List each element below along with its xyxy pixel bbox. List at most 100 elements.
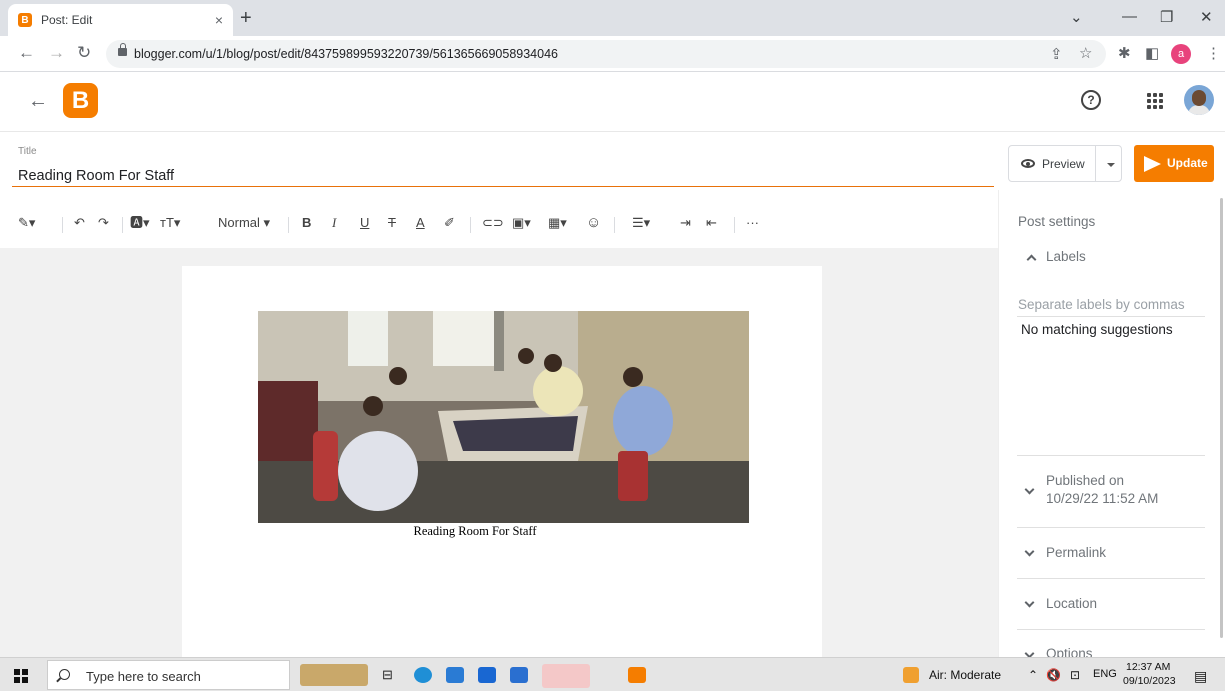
insert-image-icon[interactable]: ▣▾: [512, 215, 531, 231]
help-icon[interactable]: ?: [1081, 90, 1101, 110]
weather-icon: [903, 667, 919, 683]
back-arrow-icon[interactable]: ←: [18, 44, 35, 62]
network-icon[interactable]: ⊡: [1070, 668, 1080, 682]
published-on-value: 10/29/22 11:52 AM: [1046, 491, 1159, 506]
preview-button[interactable]: Preview: [1008, 145, 1122, 182]
search-icon: [59, 669, 70, 680]
account-avatar[interactable]: [1184, 85, 1214, 115]
back-arrow-icon[interactable]: ←: [28, 90, 48, 113]
language-indicator[interactable]: ENG: [1093, 668, 1117, 680]
tab-close-icon[interactable]: ×: [215, 12, 223, 28]
profile-avatar[interactable]: a: [1171, 44, 1191, 64]
text-color-icon[interactable]: A: [416, 215, 425, 231]
edge-browser-icon[interactable]: [414, 667, 432, 683]
windows-start-icon[interactable]: [14, 669, 28, 683]
browser-toolbar: ← → ↻ blogger.com/u/1/blog/post/edit/843…: [0, 36, 1225, 72]
browser-tab[interactable]: B Post: Edit ×: [8, 4, 233, 36]
italic-icon[interactable]: I: [332, 215, 336, 231]
chevron-down-icon: [1024, 546, 1035, 557]
send-icon: [1144, 156, 1161, 172]
title-underline: [12, 186, 994, 187]
post-image[interactable]: [258, 311, 749, 523]
close-window-button[interactable]: ✕: [1200, 8, 1213, 26]
chevron-up-icon: [1026, 254, 1037, 265]
tab-title: Post: Edit: [41, 13, 93, 27]
update-button[interactable]: Update: [1134, 145, 1214, 182]
store-icon[interactable]: [510, 667, 528, 683]
post-title-input[interactable]: Reading Room For Staff: [18, 168, 174, 184]
taskbar-search-box[interactable]: Type here to search: [47, 660, 290, 690]
preview-dropdown-icon[interactable]: [1107, 163, 1115, 167]
link-icon[interactable]: ⊂⊃: [482, 215, 504, 231]
outdent-icon[interactable]: ⇤: [706, 215, 717, 231]
labels-suggestion: No matching suggestions: [1021, 322, 1173, 337]
app-q-icon[interactable]: [628, 667, 646, 683]
strikethrough-icon[interactable]: T: [388, 215, 396, 231]
search-highlight-icon[interactable]: [300, 664, 368, 686]
forward-arrow-icon[interactable]: →: [48, 44, 65, 62]
address-bar[interactable]: blogger.com/u/1/blog/post/edit/843759899…: [106, 40, 1106, 68]
taskbar-search-placeholder: Type here to search: [86, 669, 201, 684]
bookmark-star-icon[interactable]: ☆: [1079, 46, 1092, 62]
file-explorer-icon[interactable]: [446, 667, 464, 683]
apps-grid-icon[interactable]: [1147, 93, 1163, 109]
compose-mode-icon[interactable]: ✎▾: [18, 215, 35, 231]
mail-icon[interactable]: [478, 667, 496, 683]
chevron-down-icon: [1024, 484, 1035, 495]
reading-room-photo: [258, 311, 749, 523]
lock-icon: [118, 43, 127, 56]
extensions-puzzle-icon[interactable]: ✱: [1118, 46, 1131, 62]
post-settings-heading: Post settings: [1018, 214, 1096, 229]
blogger-favicon-icon: B: [18, 13, 32, 27]
formatting-toolbar: ✎▾ ↶ ↷ 🅰▾ ᴛT▾ Normal ▾ B I U T A ✐ ⊂⊃ ▣▾…: [0, 205, 998, 243]
preview-label: Preview: [1042, 157, 1085, 171]
update-label: Update: [1167, 156, 1208, 170]
emoji-icon[interactable]: ☺: [586, 215, 601, 231]
permalink-label: Permalink: [1046, 545, 1107, 560]
eye-icon: [1021, 159, 1035, 168]
side-panel-icon[interactable]: ◧: [1145, 46, 1159, 62]
image-caption[interactable]: Reading Room For Staff: [258, 524, 692, 539]
browser-tab-strip: B Post: Edit × + ⌄ — ❐ ✕: [0, 0, 1225, 36]
redo-icon[interactable]: ↷: [98, 215, 109, 231]
browser-menu-icon[interactable]: ⋮: [1206, 46, 1221, 62]
task-view-icon[interactable]: ⊟: [382, 667, 400, 683]
more-options-icon[interactable]: ···: [746, 215, 759, 231]
share-icon[interactable]: ⇪: [1050, 47, 1063, 63]
tab-search-icon[interactable]: ⌄: [1070, 8, 1083, 26]
blogger-header: ← B ?: [0, 72, 1225, 132]
windows-taskbar: Type here to search ⊟ Air: Moderate ⌃ 🔇 …: [0, 657, 1225, 691]
highlight-icon[interactable]: ✐: [444, 215, 455, 231]
labels-input[interactable]: Separate labels by commas: [1018, 297, 1185, 312]
title-label: Title: [18, 146, 37, 157]
underline-icon[interactable]: U: [360, 215, 369, 231]
font-family-icon[interactable]: 🅰▾: [130, 215, 150, 231]
notifications-icon[interactable]: ▤: [1194, 668, 1207, 685]
bold-icon[interactable]: B: [302, 215, 311, 231]
tray-chevron-icon[interactable]: ⌃: [1028, 668, 1038, 682]
volume-muted-icon[interactable]: 🔇: [1046, 668, 1061, 682]
blogger-logo[interactable]: B: [63, 83, 98, 118]
chevron-down-icon: [1024, 597, 1035, 608]
insert-video-icon[interactable]: ▦▾: [548, 215, 567, 231]
align-icon[interactable]: ☰▾: [632, 215, 650, 231]
clock-date[interactable]: 09/10/2023: [1123, 675, 1176, 687]
location-label: Location: [1046, 596, 1098, 611]
clock-time[interactable]: 12:37 AM: [1126, 661, 1170, 673]
post-settings-sidebar: Post settings Labels Separate labels by …: [998, 190, 1225, 661]
indent-icon[interactable]: ⇥: [680, 215, 691, 231]
sidebar-scrollbar[interactable]: [1220, 198, 1223, 638]
reload-icon[interactable]: ↻: [77, 44, 91, 62]
restore-button[interactable]: ❐: [1160, 8, 1173, 26]
preview-divider: [1095, 146, 1096, 181]
url-text: blogger.com/u/1/blog/post/edit/843759899…: [134, 47, 558, 61]
chrome-icon[interactable]: [542, 664, 590, 688]
minimize-button[interactable]: —: [1122, 8, 1137, 25]
weather-text[interactable]: Air: Moderate: [929, 668, 1001, 682]
undo-icon[interactable]: ↶: [74, 215, 85, 231]
labels-section-label: Labels: [1046, 249, 1086, 264]
font-size-icon[interactable]: ᴛT▾: [160, 215, 180, 231]
new-tab-button[interactable]: +: [240, 8, 252, 28]
published-on-label: Published on: [1046, 473, 1125, 488]
paragraph-style-select[interactable]: Normal ▾: [218, 215, 270, 231]
